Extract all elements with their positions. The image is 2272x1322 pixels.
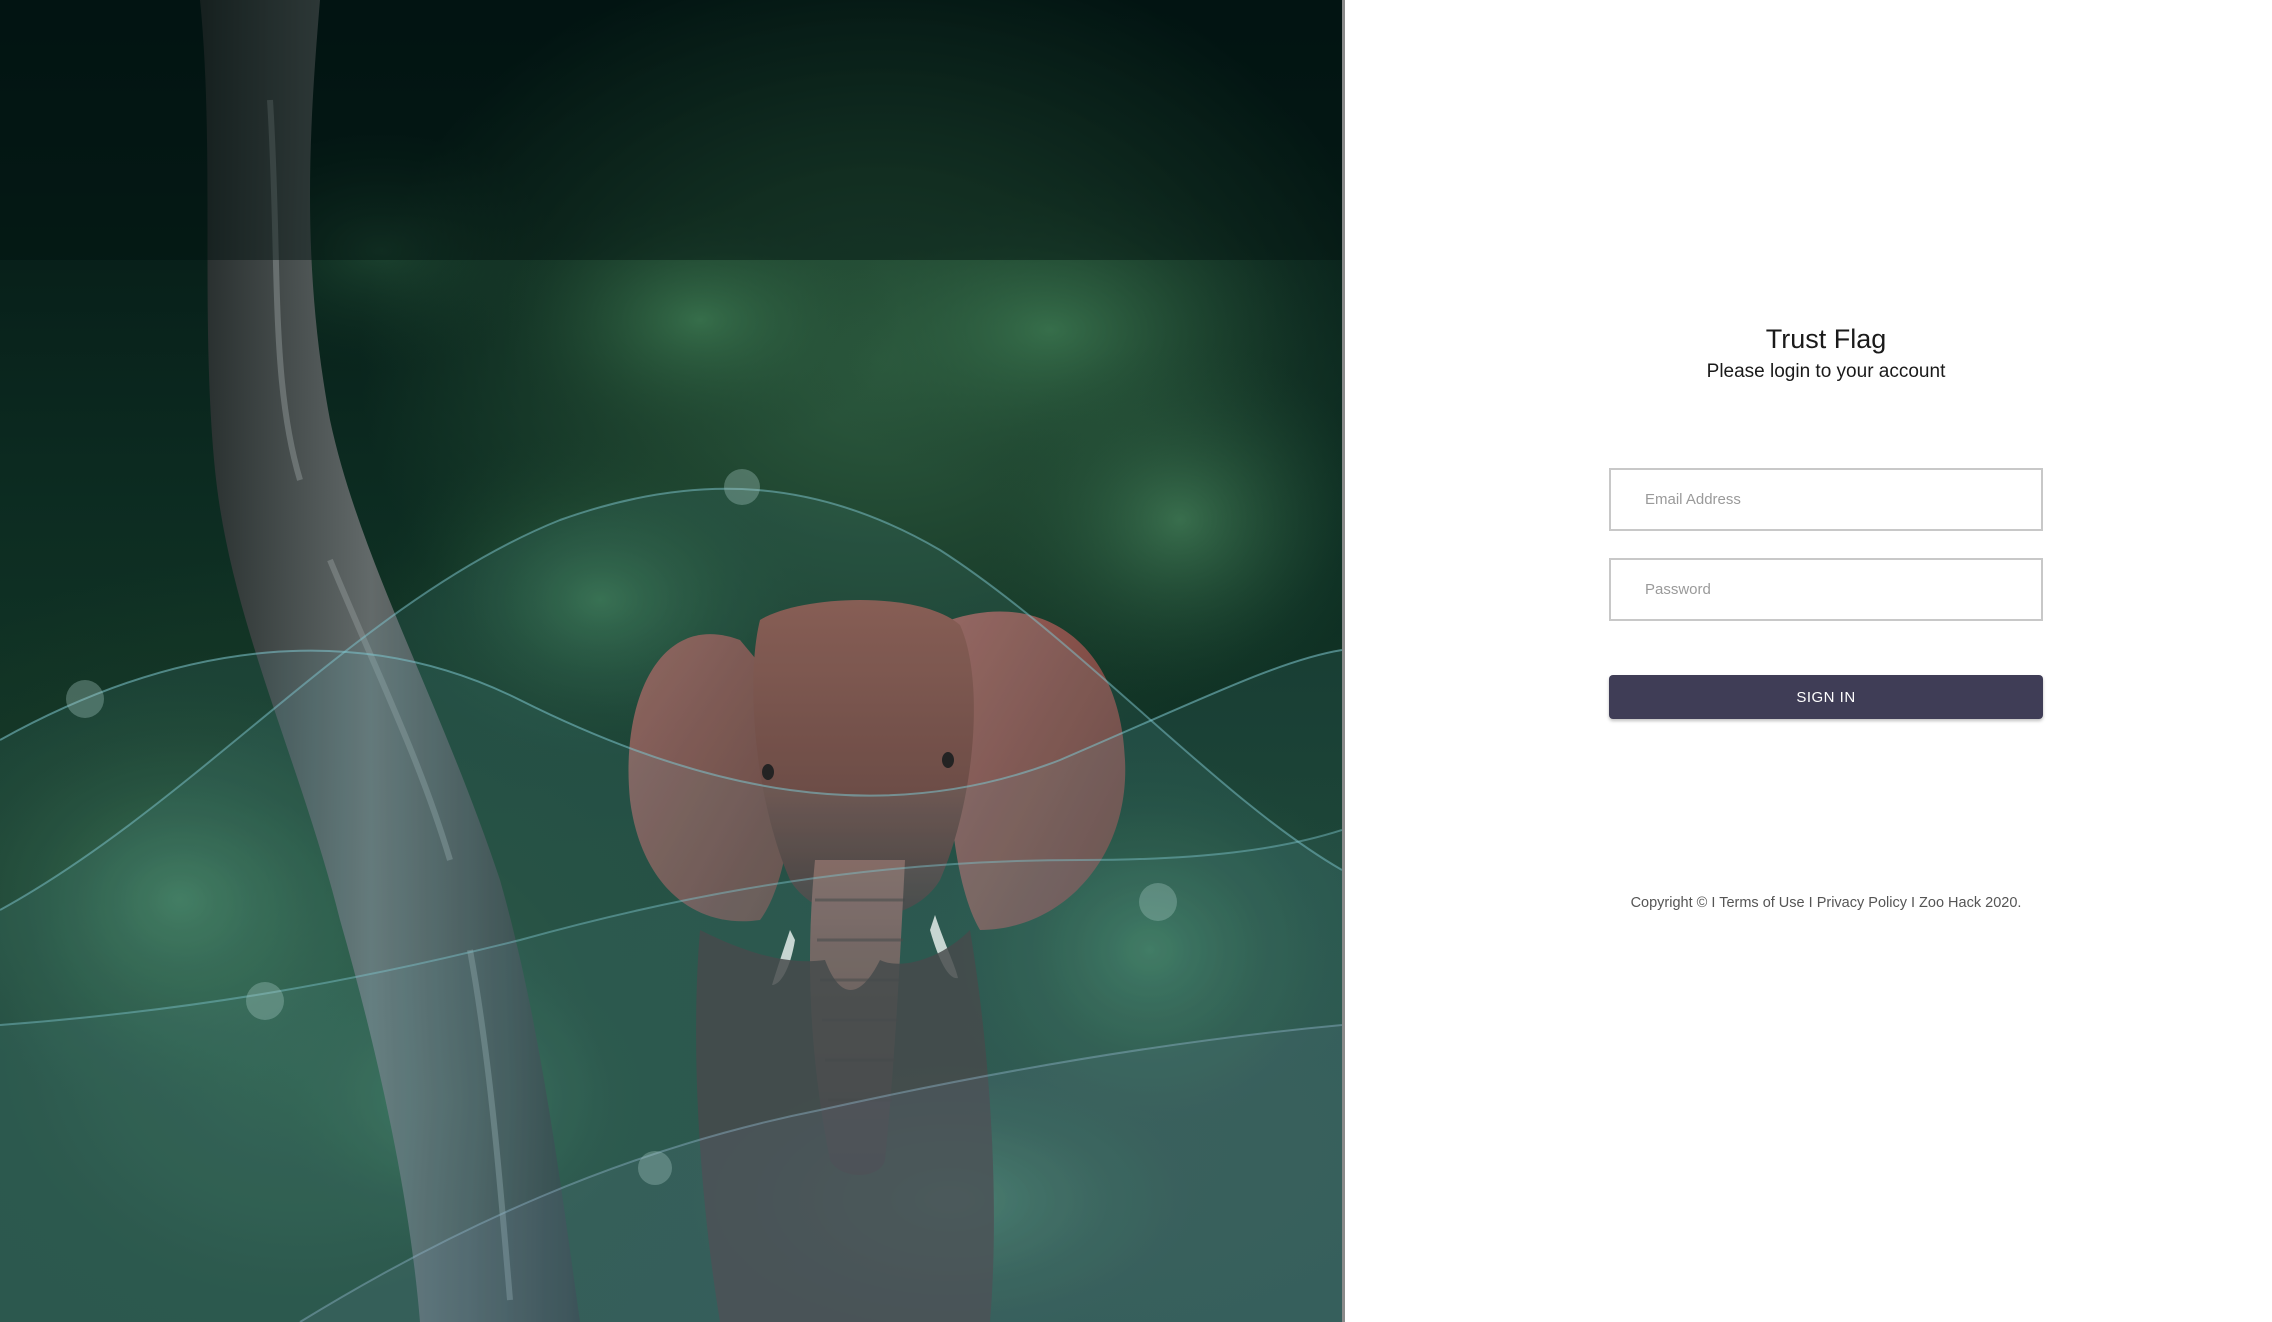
sign-in-button[interactable]: SIGN IN (1609, 675, 2043, 719)
footer-separator: I (1711, 895, 1716, 911)
footer: Copyright © I Terms of Use I Privacy Pol… (1589, 895, 2063, 911)
footer-separator: I (1808, 895, 1813, 911)
app-title: Trust Flag (1765, 324, 1887, 354)
footer-suffix: Zoo Hack 2020. (1919, 895, 2022, 911)
terms-of-use-link[interactable]: Terms of Use (1719, 895, 1804, 911)
footer-separator: I (1910, 895, 1916, 911)
login-subtitle: Please login to your account (1706, 361, 1946, 382)
login-panel: Trust Flag Please login to your account … (1345, 0, 2272, 1322)
privacy-policy-link[interactable]: Privacy Policy (1817, 895, 1907, 911)
copyright-text: Copyright © (1630, 895, 1708, 911)
elephant-forest-image (0, 0, 1342, 1322)
email-field[interactable] (1609, 468, 2043, 531)
password-field[interactable] (1609, 558, 2043, 621)
login-page: Trust Flag Please login to your account … (0, 0, 2272, 1322)
hero-panel (0, 0, 1342, 1322)
